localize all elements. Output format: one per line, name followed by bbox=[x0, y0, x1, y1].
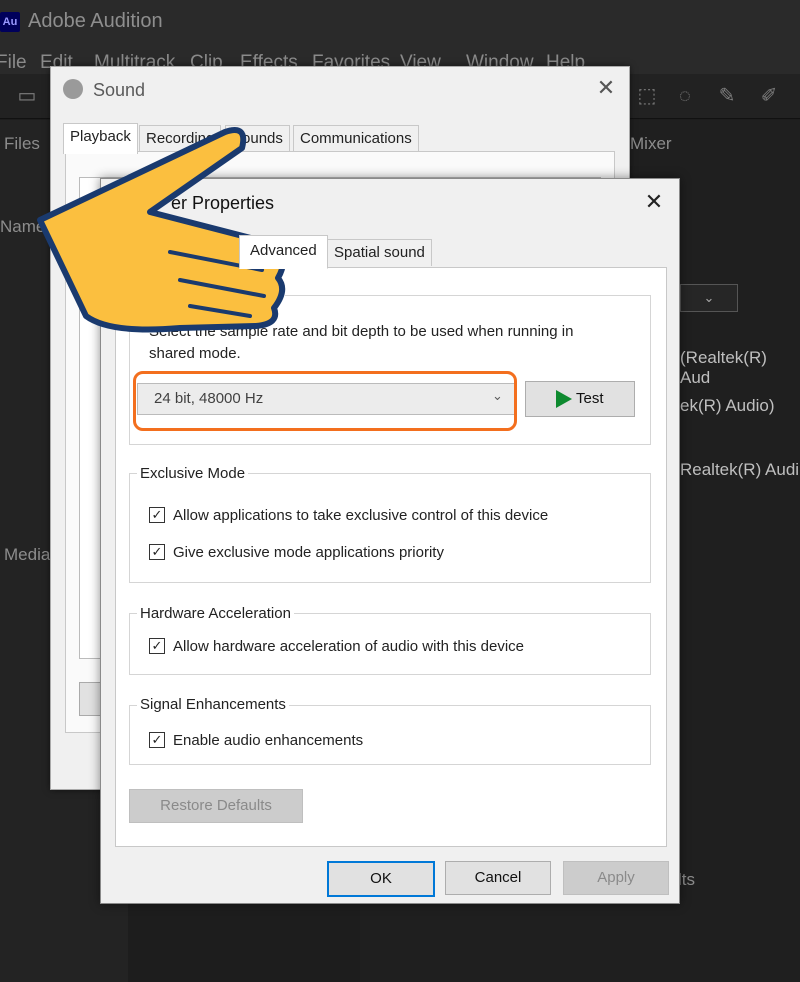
app-title: Adobe Audition bbox=[28, 10, 163, 32]
restore-defaults-button[interactable]: Restore Defaults bbox=[129, 789, 303, 823]
highlight-annotation bbox=[133, 371, 517, 431]
device-label-1: (Realtek(R) Aud bbox=[680, 348, 767, 387]
test-button-label: Test bbox=[576, 390, 604, 407]
right-bottom-label: lts bbox=[678, 870, 695, 889]
media-browser-tab[interactable]: Media bbox=[4, 545, 50, 565]
exclusive-priority-label: Give exclusive mode applications priorit… bbox=[173, 544, 444, 561]
test-button[interactable]: Test bbox=[525, 381, 635, 417]
exclusive-mode-group bbox=[129, 473, 651, 583]
spot-healing-icon[interactable]: ✐ bbox=[756, 85, 782, 107]
exclusive-control-label: Allow applications to take exclusive con… bbox=[173, 507, 549, 524]
audio-enhancements-label: Enable audio enhancements bbox=[173, 732, 364, 749]
mixer-tab[interactable]: Mixer bbox=[630, 134, 672, 154]
default-format-description-2: shared mode. bbox=[149, 345, 241, 362]
chevron-down-icon: ⌄ bbox=[703, 290, 715, 305]
speaker-icon bbox=[63, 79, 83, 99]
tab-advanced[interactable]: Advanced bbox=[239, 235, 328, 269]
audio-enhancements-checkbox[interactable]: ✓ bbox=[149, 732, 165, 748]
menu-file[interactable]: File bbox=[0, 52, 27, 74]
apply-button[interactable]: Apply bbox=[563, 861, 669, 895]
waveform-view-icon[interactable]: ▭ bbox=[14, 85, 40, 107]
device-label-3: Realtek(R) Audi bbox=[680, 460, 800, 479]
exclusive-control-checkbox[interactable]: ✓ bbox=[149, 507, 165, 523]
hardware-acceleration-checkbox[interactable]: ✓ bbox=[149, 638, 165, 654]
device-dropdown[interactable]: ⌄ bbox=[680, 284, 738, 312]
sound-dialog-title: Sound bbox=[93, 80, 146, 100]
ok-button[interactable]: OK bbox=[327, 861, 435, 897]
hardware-acceleration-label: Hardware Acceleration bbox=[137, 605, 294, 622]
audition-logo: Au bbox=[0, 12, 20, 32]
play-icon bbox=[556, 390, 572, 408]
signal-enhancements-label: Signal Enhancements bbox=[137, 696, 289, 713]
tab-communications[interactable]: Communications bbox=[293, 125, 419, 152]
exclusive-mode-label: Exclusive Mode bbox=[137, 465, 249, 482]
device-label-2: ek(R) Audio) bbox=[680, 396, 775, 415]
brush-select-icon[interactable]: ✎ bbox=[714, 85, 740, 107]
lasso-select-icon[interactable]: ◌ bbox=[672, 85, 698, 107]
tab-playback[interactable]: Playback bbox=[63, 123, 138, 154]
marquee-select-icon[interactable]: ⬚ bbox=[634, 85, 660, 107]
close-icon[interactable]: ✕ bbox=[639, 187, 669, 217]
exclusive-priority-checkbox[interactable]: ✓ bbox=[149, 544, 165, 560]
close-icon[interactable]: ✕ bbox=[591, 73, 621, 103]
tab-spatial-sound[interactable]: Spatial sound bbox=[327, 239, 432, 266]
cancel-button[interactable]: Cancel bbox=[445, 861, 551, 895]
hardware-acceleration-option: Allow hardware acceleration of audio wit… bbox=[173, 638, 525, 655]
